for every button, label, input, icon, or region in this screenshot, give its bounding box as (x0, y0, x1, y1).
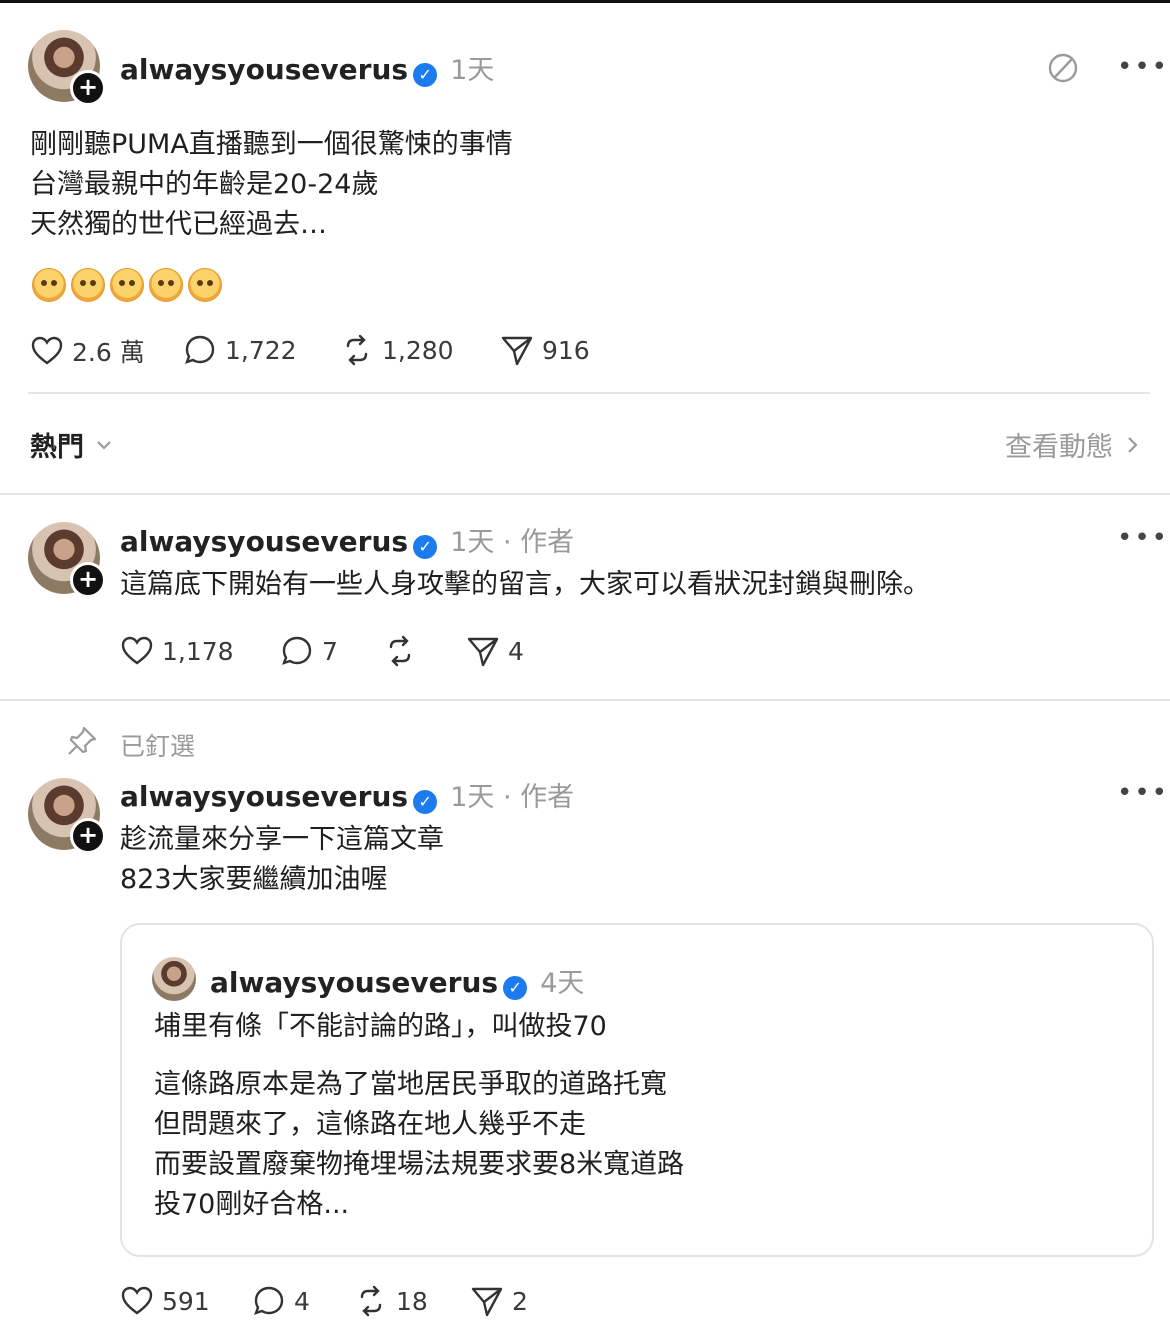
flushed-face-emoji-icon (149, 268, 183, 302)
pinned-label: 已釘選 (120, 732, 196, 761)
sort-label: 熱門 (30, 432, 84, 463)
reply-meta: 1天 · 作者 (450, 527, 575, 558)
translate-icon[interactable] (1045, 50, 1081, 86)
quoted-header: alwaysyouseverus ✓ 4天 (210, 961, 584, 1000)
like-button[interactable]: 591 (120, 1284, 210, 1318)
repost-button[interactable] (383, 634, 417, 668)
repost-icon (389, 635, 411, 667)
avatar[interactable]: + (28, 30, 106, 106)
quoted-line: 但問題來了，這條路在地人幾乎不走 (154, 1109, 586, 1140)
share-button[interactable]: 2 (470, 1284, 528, 1318)
comment-count: 1,722 (225, 335, 297, 365)
reply-text: 趁流量來分享一下這篇文章 823大家要繼續加油喔 (120, 820, 444, 900)
reply-text: 這篇底下開始有一些人身攻擊的留言，大家可以看狀況封鎖與刪除。 (120, 569, 930, 600)
reply-meta: 1天 · 作者 (450, 782, 575, 813)
post-text: 剛剛聽PUMA直播聽到一個很驚悚的事情 台灣最親中的年齡是20-24歲 天然獨的… (30, 125, 513, 245)
view-activity-label: 查看動態 (1005, 432, 1113, 463)
divider (0, 493, 1170, 495)
follow-plus-icon[interactable]: + (70, 70, 106, 106)
reply-line: 823大家要繼續加油喔 (120, 864, 388, 895)
top-border (0, 0, 1170, 3)
send-icon (501, 336, 533, 366)
chevron-right-icon (1128, 436, 1138, 453)
quoted-body: 這條路原本是為了當地居民爭取的道路托寬 但問題來了，這條路在地人幾乎不走 而要設… (154, 1065, 684, 1225)
comment-count: 4 (294, 1286, 310, 1316)
repost-button[interactable]: 1,280 (340, 333, 454, 367)
share-count: 4 (508, 636, 524, 666)
comment-bubble-icon (282, 636, 312, 665)
flushed-face-emoji-icon (71, 268, 105, 302)
share-count: 916 (542, 335, 590, 365)
comment-button[interactable]: 7 (280, 634, 338, 668)
quoted-line: 投70剛好合格... (154, 1189, 350, 1220)
comment-count: 7 (322, 636, 338, 666)
quoted-first-line: 埔里有條「不能討論的路」，叫做投70 (154, 1011, 607, 1042)
quoted-post-card[interactable]: alwaysyouseverus ✓ 4天 埔里有條「不能討論的路」，叫做投70… (120, 923, 1154, 1257)
avatar[interactable]: + (28, 778, 106, 854)
post-line: 剛剛聽PUMA直播聽到一個很驚悚的事情 (30, 129, 513, 160)
verified-badge-icon: ✓ (413, 62, 438, 87)
comment-bubble-icon (185, 335, 215, 364)
view-activity-link[interactable]: 查看動態 (1005, 425, 1141, 464)
flushed-face-emoji-icon (110, 268, 144, 302)
repost-icon (346, 334, 368, 366)
like-count: 2.6 萬 (72, 338, 145, 367)
sort-dropdown[interactable]: 熱門 (30, 425, 114, 464)
flushed-face-emoji-icon (32, 268, 66, 302)
heart-icon (121, 636, 153, 665)
repost-count: 1,280 (382, 335, 454, 365)
chevron-down-icon (97, 440, 111, 450)
divider (28, 392, 1150, 394)
repost-count: 18 (396, 1286, 428, 1316)
verified-badge-icon: ✓ (413, 534, 438, 559)
follow-plus-icon[interactable]: + (70, 818, 106, 854)
share-button[interactable]: 4 (466, 634, 524, 668)
comment-button[interactable]: 1,722 (183, 333, 297, 367)
like-button[interactable]: 1,178 (120, 634, 234, 668)
more-options-icon[interactable]: ••• (1117, 778, 1169, 808)
verified-badge-icon: ✓ (413, 789, 438, 814)
reply-line: 趁流量來分享一下這篇文章 (120, 824, 444, 855)
username[interactable]: alwaysyouseverus (120, 53, 408, 86)
post-header: alwaysyouseverus ✓ 1天 (120, 48, 494, 87)
repost-icon (360, 1285, 382, 1317)
like-button[interactable]: 2.6 萬 (30, 333, 145, 369)
verified-badge-icon: ✓ (503, 975, 528, 1000)
avatar[interactable]: + (28, 522, 106, 598)
heart-icon (121, 1286, 153, 1315)
comment-bubble-icon (254, 1286, 284, 1315)
quoted-time: 4天 (540, 968, 585, 999)
post-line: 台灣最親中的年齡是20-24歲 (30, 169, 379, 200)
flushed-face-emoji-icon (188, 268, 222, 302)
username[interactable]: alwaysyouseverus (120, 780, 408, 813)
quoted-line: 這條路原本是為了當地居民爭取的道路托寬 (154, 1069, 667, 1100)
send-icon (471, 1287, 503, 1317)
reply-header: alwaysyouseverus ✓ 1天 · 作者 (120, 775, 574, 814)
send-icon (467, 637, 499, 667)
post-time: 1天 (450, 55, 495, 86)
repost-button[interactable]: 18 (354, 1284, 428, 1318)
pin-icon (68, 726, 97, 755)
follow-plus-icon[interactable]: + (70, 562, 106, 598)
post-line: 天然獨的世代已經過去… (30, 209, 327, 240)
comment-button[interactable]: 4 (252, 1284, 310, 1318)
like-count: 591 (162, 1286, 210, 1316)
quoted-line: 而要設置廢棄物掩埋場法規要求要8米寬道路 (154, 1149, 685, 1180)
divider (0, 699, 1170, 701)
share-count: 2 (512, 1286, 528, 1316)
share-button[interactable]: 916 (500, 333, 590, 367)
more-options-icon[interactable]: ••• (1117, 52, 1169, 82)
heart-icon (31, 336, 63, 365)
quoted-username[interactable]: alwaysyouseverus (210, 966, 498, 999)
username[interactable]: alwaysyouseverus (120, 525, 408, 558)
reply-header: alwaysyouseverus ✓ 1天 · 作者 (120, 520, 574, 559)
more-options-icon[interactable]: ••• (1117, 523, 1169, 553)
like-count: 1,178 (162, 636, 234, 666)
quoted-avatar[interactable] (152, 957, 196, 1001)
